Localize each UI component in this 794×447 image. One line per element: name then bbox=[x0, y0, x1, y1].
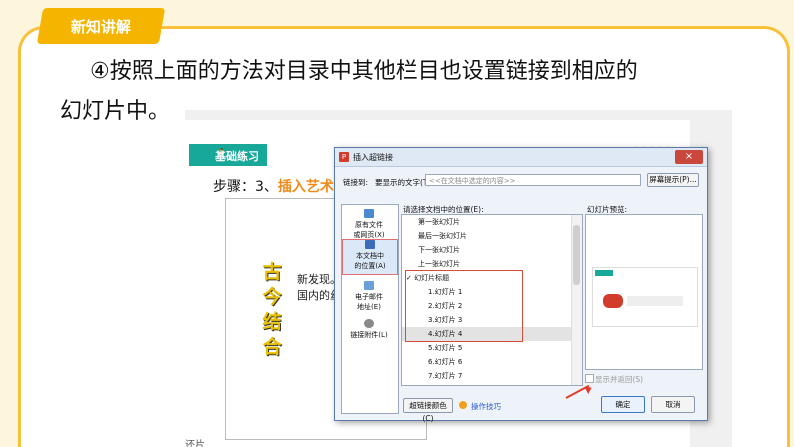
nav-label: 本文档中 bbox=[356, 252, 384, 260]
tips-icon bbox=[459, 401, 467, 409]
nav-this-document[interactable]: 本文档中 的位置(A) bbox=[342, 239, 398, 275]
vertical-char: 古 bbox=[262, 261, 282, 283]
nav-label: 电子邮件 bbox=[355, 293, 383, 301]
exercise-badge: 🏃 基础练习 bbox=[189, 144, 267, 166]
link-type-nav: 原有文件 或网页(X) 本文档中 的位置(A) 电子邮件 地址(E) 链接附件(… bbox=[341, 204, 399, 414]
show-return-checkbox[interactable] bbox=[585, 374, 594, 383]
scroll-thumb[interactable] bbox=[573, 225, 580, 285]
nav-email[interactable]: 电子邮件 地址(E) bbox=[342, 281, 396, 312]
list-item[interactable]: 上一张幻灯片 bbox=[402, 257, 582, 271]
step-prefix: 步骤：3、 bbox=[213, 179, 278, 195]
highlight-box bbox=[405, 270, 523, 342]
instruction-line-1: ④按照上面的方法对目录中其他栏目也设置链接到相应的 bbox=[90, 59, 638, 84]
app-icon: P bbox=[339, 152, 349, 162]
step-highlight: 插入艺术 bbox=[277, 179, 334, 195]
preview-badge bbox=[595, 270, 613, 276]
nav-attachment[interactable]: 链接附件(L) bbox=[342, 319, 396, 340]
nav-label: 的位置(A) bbox=[354, 262, 386, 270]
list-item[interactable]: 5.幻灯片 5 bbox=[402, 341, 582, 355]
list-item[interactable]: 7.幻灯片 7 bbox=[402, 369, 582, 383]
cancel-button[interactable]: 取消 bbox=[651, 396, 695, 413]
bottom-fragment: 还片 bbox=[185, 440, 205, 447]
insert-hyperlink-dialog: P 插入超链接 × 链接到: 要显示的文字(T): <<在文档中选定的内容>> … bbox=[334, 147, 708, 423]
display-text-input[interactable]: <<在文档中选定的内容>> bbox=[425, 174, 641, 186]
section-badge: 新知讲解 bbox=[36, 8, 166, 44]
dialog-title: 插入超链接 bbox=[353, 153, 393, 162]
nav-existing-file[interactable]: 原有文件 或网页(X) bbox=[342, 209, 396, 240]
list-item[interactable]: 6.幻灯片 6 bbox=[402, 355, 582, 369]
nav-label: 链接附件(L) bbox=[350, 331, 388, 339]
exercise-badge-label: 基础练习 bbox=[215, 150, 259, 163]
nav-label: 原有文件 bbox=[355, 221, 383, 229]
list-item[interactable]: 最后一张幻灯片 bbox=[402, 229, 582, 243]
show-return-label: 显示并返回(S) bbox=[595, 375, 644, 384]
globe-icon bbox=[364, 209, 374, 218]
vertical-char: 今 bbox=[262, 286, 282, 308]
list-item[interactable]: 第一张幻灯片 bbox=[402, 215, 582, 229]
preview-thumbnail bbox=[592, 267, 698, 327]
link-to-label: 链接到: bbox=[343, 178, 369, 187]
screen-tip-button[interactable]: 屏幕提示(P)... bbox=[647, 173, 699, 187]
document-icon bbox=[365, 240, 375, 249]
preview-bar bbox=[627, 296, 683, 306]
tips-link[interactable]: 操作技巧 bbox=[471, 401, 501, 412]
listbox-scrollbar[interactable] bbox=[571, 215, 582, 385]
ok-button[interactable]: 确定 bbox=[601, 396, 645, 413]
email-icon bbox=[364, 281, 374, 290]
instruction-line-2: 幻灯片中。 bbox=[60, 99, 171, 124]
vertical-char: 结 bbox=[262, 311, 282, 333]
paperclip-icon bbox=[364, 319, 374, 328]
list-item[interactable]: 下一张幻灯片 bbox=[402, 243, 582, 257]
preview-red-shape bbox=[603, 294, 623, 308]
dialog-titlebar[interactable]: P 插入超链接 × bbox=[335, 148, 707, 167]
close-button[interactable]: × bbox=[675, 150, 703, 164]
hyperlink-color-button[interactable]: 超链接颜色(C) bbox=[403, 398, 453, 423]
section-badge-label: 新知讲解 bbox=[70, 18, 131, 36]
nav-label: 地址(E) bbox=[357, 303, 381, 311]
step-text: 步骤：3、插入艺术 bbox=[213, 176, 334, 196]
vertical-char: 合 bbox=[262, 336, 282, 358]
slide-preview bbox=[585, 214, 703, 370]
vertical-title: 古 今 结 合 bbox=[261, 260, 283, 360]
